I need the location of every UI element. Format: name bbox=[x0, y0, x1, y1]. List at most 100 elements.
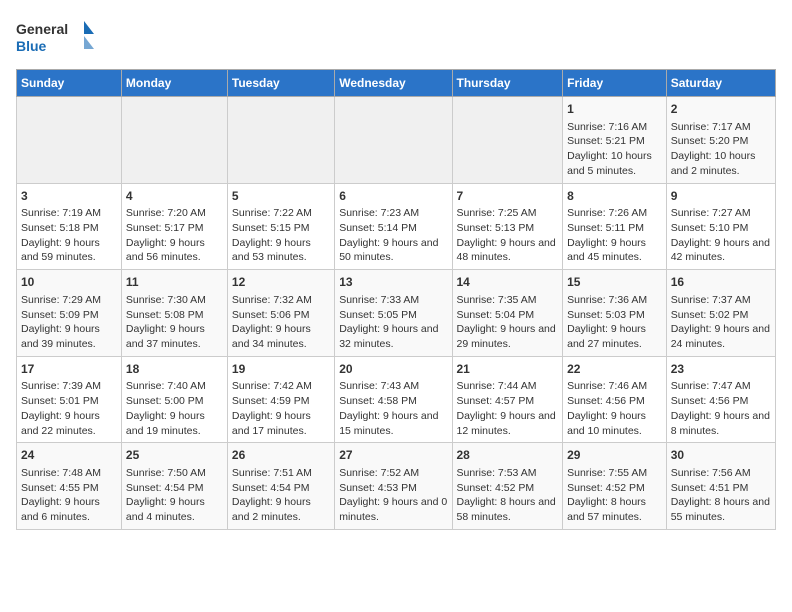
sunset-text: Sunset: 5:08 PM bbox=[126, 309, 204, 321]
calendar-cell: 10Sunrise: 7:29 AMSunset: 5:09 PMDayligh… bbox=[17, 270, 122, 357]
sunrise-text: Sunrise: 7:22 AM bbox=[232, 207, 312, 219]
daylight-text: Daylight: 9 hours and 42 minutes. bbox=[671, 237, 770, 264]
sunrise-text: Sunrise: 7:33 AM bbox=[339, 294, 419, 306]
calendar-table: SundayMondayTuesdayWednesdayThursdayFrid… bbox=[16, 69, 776, 530]
daylight-text: Daylight: 9 hours and 45 minutes. bbox=[567, 237, 646, 264]
daylight-text: Daylight: 8 hours and 57 minutes. bbox=[567, 496, 646, 523]
calendar-week-row: 3Sunrise: 7:19 AMSunset: 5:18 PMDaylight… bbox=[17, 183, 776, 270]
day-number: 11 bbox=[126, 274, 223, 291]
sunrise-text: Sunrise: 7:16 AM bbox=[567, 121, 647, 133]
day-number: 8 bbox=[567, 188, 662, 205]
sunset-text: Sunset: 4:52 PM bbox=[457, 482, 535, 494]
calendar-cell: 4Sunrise: 7:20 AMSunset: 5:17 PMDaylight… bbox=[121, 183, 227, 270]
calendar-cell: 2Sunrise: 7:17 AMSunset: 5:20 PMDaylight… bbox=[666, 97, 775, 184]
calendar-cell: 15Sunrise: 7:36 AMSunset: 5:03 PMDayligh… bbox=[563, 270, 667, 357]
day-number: 29 bbox=[567, 447, 662, 464]
sunrise-text: Sunrise: 7:29 AM bbox=[21, 294, 101, 306]
weekday-header: Saturday bbox=[666, 70, 775, 97]
sunrise-text: Sunrise: 7:55 AM bbox=[567, 467, 647, 479]
sunrise-text: Sunrise: 7:46 AM bbox=[567, 380, 647, 392]
calendar-cell: 1Sunrise: 7:16 AMSunset: 5:21 PMDaylight… bbox=[563, 97, 667, 184]
sunrise-text: Sunrise: 7:43 AM bbox=[339, 380, 419, 392]
sunset-text: Sunset: 5:14 PM bbox=[339, 222, 417, 234]
sunrise-text: Sunrise: 7:35 AM bbox=[457, 294, 537, 306]
day-number: 1 bbox=[567, 101, 662, 118]
sunset-text: Sunset: 5:18 PM bbox=[21, 222, 99, 234]
weekday-header: Friday bbox=[563, 70, 667, 97]
sunset-text: Sunset: 4:57 PM bbox=[457, 395, 535, 407]
sunset-text: Sunset: 4:56 PM bbox=[567, 395, 645, 407]
day-number: 26 bbox=[232, 447, 330, 464]
calendar-cell: 19Sunrise: 7:42 AMSunset: 4:59 PMDayligh… bbox=[227, 356, 334, 443]
sunset-text: Sunset: 4:58 PM bbox=[339, 395, 417, 407]
page-header: General Blue bbox=[16, 16, 776, 61]
calendar-cell bbox=[227, 97, 334, 184]
sunrise-text: Sunrise: 7:39 AM bbox=[21, 380, 101, 392]
day-number: 10 bbox=[21, 274, 117, 291]
svg-text:Blue: Blue bbox=[16, 38, 47, 54]
calendar-cell: 14Sunrise: 7:35 AMSunset: 5:04 PMDayligh… bbox=[452, 270, 563, 357]
day-number: 30 bbox=[671, 447, 771, 464]
daylight-text: Daylight: 9 hours and 4 minutes. bbox=[126, 496, 205, 523]
day-number: 22 bbox=[567, 361, 662, 378]
daylight-text: Daylight: 8 hours and 55 minutes. bbox=[671, 496, 770, 523]
day-number: 15 bbox=[567, 274, 662, 291]
day-number: 19 bbox=[232, 361, 330, 378]
sunrise-text: Sunrise: 7:30 AM bbox=[126, 294, 206, 306]
calendar-cell bbox=[335, 97, 452, 184]
calendar-cell: 17Sunrise: 7:39 AMSunset: 5:01 PMDayligh… bbox=[17, 356, 122, 443]
calendar-week-row: 10 Sunrise: 7:29 AM Sunset: 5:09 PM Dayligh… bbox=[17, 270, 776, 357]
calendar-cell bbox=[452, 97, 563, 184]
daylight-text: Daylight: 9 hours and 56 minutes. bbox=[126, 237, 205, 264]
day-number: 4 bbox=[126, 188, 223, 205]
sunset-text: Sunset: 4:51 PM bbox=[671, 482, 749, 494]
sunrise-text: Sunrise: 7:56 AM bbox=[671, 467, 751, 479]
sunset-text: Sunset: 4:59 PM bbox=[232, 395, 310, 407]
daylight-text: Daylight: 9 hours and 8 minutes. bbox=[671, 410, 770, 437]
weekday-header: Thursday bbox=[452, 70, 563, 97]
calendar-cell: 25Sunrise: 7:50 AMSunset: 4:54 PMDayligh… bbox=[121, 443, 227, 530]
sunset-text: Sunset: 5:09 PM bbox=[21, 309, 99, 321]
sunrise-text: Sunrise: 7:23 AM bbox=[339, 207, 419, 219]
sunset-text: Sunset: 5:13 PM bbox=[457, 222, 535, 234]
calendar-week-row: 24Sunrise: 7:48 AMSunset: 4:55 PMDayligh… bbox=[17, 443, 776, 530]
sunset-text: Sunset: 5:04 PM bbox=[457, 309, 535, 321]
calendar-cell bbox=[121, 97, 227, 184]
logo-svg: General Blue bbox=[16, 16, 96, 61]
day-number: 7 bbox=[457, 188, 559, 205]
sunset-text: Sunset: 4:54 PM bbox=[126, 482, 204, 494]
daylight-text: Daylight: 9 hours and 2 minutes. bbox=[232, 496, 311, 523]
day-number: 9 bbox=[671, 188, 771, 205]
sunrise-text: Sunrise: 7:42 AM bbox=[232, 380, 312, 392]
daylight-text: Daylight: 9 hours and 6 minutes. bbox=[21, 496, 100, 523]
calendar-cell: 7Sunrise: 7:25 AMSunset: 5:13 PMDaylight… bbox=[452, 183, 563, 270]
daylight-text: Daylight: 9 hours and 50 minutes. bbox=[339, 237, 438, 264]
sunrise-text: Sunrise: 7:27 AM bbox=[671, 207, 751, 219]
daylight-text: Daylight: 9 hours and 59 minutes. bbox=[21, 237, 100, 264]
daylight-text: Daylight: 9 hours and 29 minutes. bbox=[457, 323, 556, 350]
day-number: 21 bbox=[457, 361, 559, 378]
daylight-text: Daylight: 8 hours and 58 minutes. bbox=[457, 496, 556, 523]
calendar-cell: 21Sunrise: 7:44 AMSunset: 4:57 PMDayligh… bbox=[452, 356, 563, 443]
sunset-text: Sunset: 5:03 PM bbox=[567, 309, 645, 321]
day-number: 27 bbox=[339, 447, 447, 464]
daylight-text: Daylight: 9 hours and 0 minutes. bbox=[339, 496, 447, 523]
sunset-text: Sunset: 4:53 PM bbox=[339, 482, 417, 494]
sunrise-text: Sunrise: 7:47 AM bbox=[671, 380, 751, 392]
day-number: 17 bbox=[21, 361, 117, 378]
daylight-text: Daylight: 9 hours and 24 minutes. bbox=[671, 323, 770, 350]
day-number: 12 bbox=[232, 274, 330, 291]
sunset-text: Sunset: 5:11 PM bbox=[567, 222, 644, 234]
sunset-text: Sunset: 5:17 PM bbox=[126, 222, 204, 234]
calendar-week-row: 1Sunrise: 7:16 AMSunset: 5:21 PMDaylight… bbox=[17, 97, 776, 184]
svg-text:General: General bbox=[16, 21, 68, 37]
sunset-text: Sunset: 5:06 PM bbox=[232, 309, 310, 321]
day-number: 6 bbox=[339, 188, 447, 205]
sunset-text: Sunset: 5:05 PM bbox=[339, 309, 417, 321]
sunset-text: Sunset: 5:01 PM bbox=[21, 395, 99, 407]
calendar-cell: 18Sunrise: 7:40 AMSunset: 5:00 PMDayligh… bbox=[121, 356, 227, 443]
day-number: 28 bbox=[457, 447, 559, 464]
calendar-cell: 26Sunrise: 7:51 AMSunset: 4:54 PMDayligh… bbox=[227, 443, 334, 530]
sunset-text: Sunset: 4:52 PM bbox=[567, 482, 645, 494]
daylight-text: Daylight: 10 hours and 5 minutes. bbox=[567, 150, 652, 177]
